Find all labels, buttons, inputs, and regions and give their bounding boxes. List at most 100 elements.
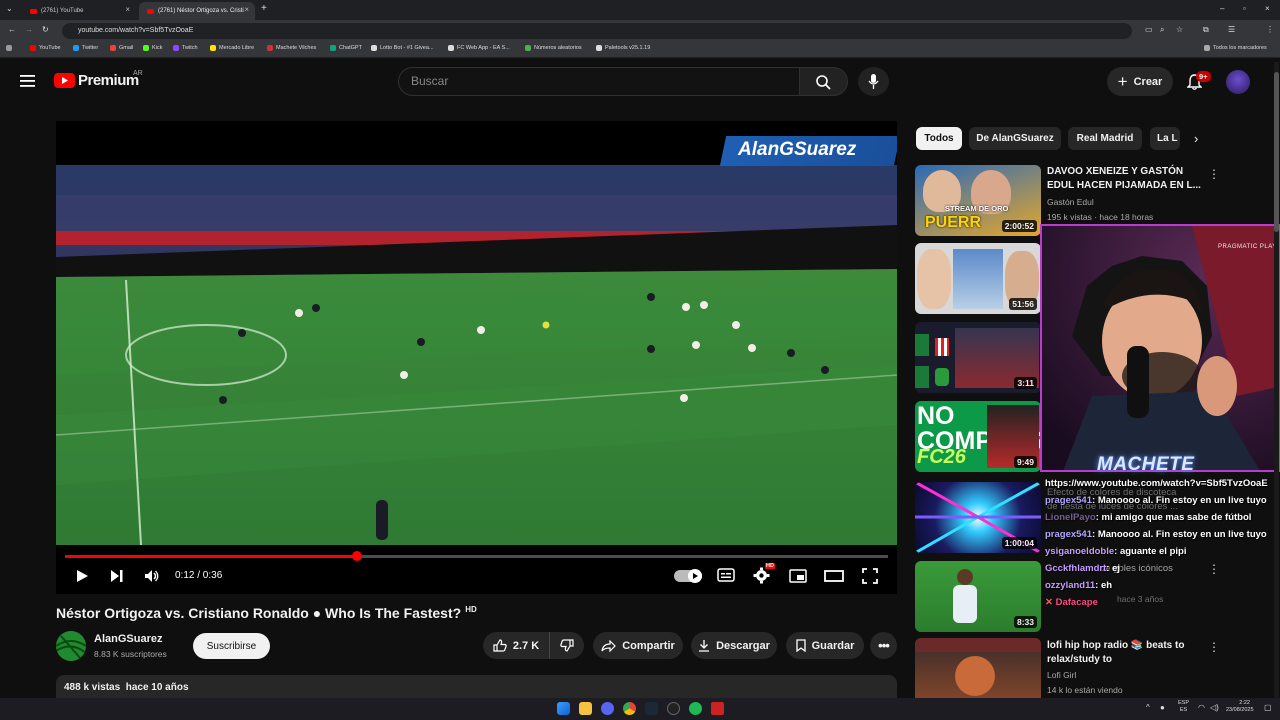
bookmark-fc-web-app[interactable]: FC Web App - EA S... <box>448 45 510 51</box>
bookmark-paletools[interactable]: Paletools v25.1.19 <box>596 45 650 51</box>
sidebar-channel[interactable]: Gastón Edul <box>1047 197 1094 207</box>
sidebar-video-title[interactable]: DAVOO XENEIZE Y GASTÓN EDUL HACEN PIJAMA… <box>1047 165 1202 193</box>
new-tab-icon[interactable]: + <box>261 3 267 14</box>
subscribe-button[interactable]: Suscribirse <box>193 633 270 659</box>
volume-icon[interactable] <box>144 569 160 583</box>
bookmark-gmail[interactable]: Gmail <box>110 45 133 51</box>
spotify-icon[interactable] <box>689 702 702 715</box>
forward-icon[interactable]: → <box>25 25 33 34</box>
bookmark-machete[interactable]: Machete Vilches <box>267 45 316 51</box>
reload-icon[interactable]: ↻ <box>42 25 49 34</box>
maximize-icon[interactable]: ▫ <box>1243 4 1246 13</box>
duration-badge: 51:56 <box>1009 298 1037 310</box>
windows-taskbar: ^ ● ESP ES ◠ ◁) 2:22 23/08/2025 ▢ <box>0 698 1280 720</box>
miniplayer-icon[interactable] <box>789 569 807 583</box>
save-button[interactable]: Guardar <box>786 632 864 659</box>
views-and-date: 488 k vistas hace 10 años <box>64 682 189 693</box>
tab-search-icon[interactable]: ⌄ <box>6 4 13 13</box>
more-options-icon[interactable]: ⋮ <box>1208 562 1220 576</box>
obs-icon[interactable] <box>667 702 680 715</box>
thumbnail-1[interactable]: STREAM DE ORO PUERR 2:00:52 <box>915 165 1041 236</box>
bookmark-star-icon[interactable]: ☆ <box>1176 25 1183 34</box>
search-input[interactable]: Buscar <box>398 67 800 96</box>
video-player[interactable]: AlanGSuarez 0:12 / 0:36 HD <box>56 121 897 594</box>
theater-mode-icon[interactable] <box>824 569 844 583</box>
like-button[interactable]: 2.7 K <box>483 632 549 659</box>
search-button[interactable] <box>800 67 848 96</box>
chips-next-arrow-icon[interactable]: › <box>1194 131 1198 146</box>
more-options-icon[interactable]: ⋮ <box>1208 640 1220 654</box>
progress-scrubber[interactable] <box>352 551 363 561</box>
scrollbar-thumb[interactable] <box>1274 72 1279 232</box>
sidebar-video-title[interactable]: lofi hip hop radio 📚 beats to relax/stud… <box>1047 639 1202 667</box>
thumbnail-2[interactable]: 51:56 <box>915 243 1041 314</box>
windows-start-icon[interactable] <box>557 702 570 715</box>
apps-icon[interactable] <box>6 45 12 51</box>
bookmark-youtube[interactable]: YouTube <box>30 45 61 51</box>
clock[interactable]: 2:22 23/08/2025 <box>1226 700 1254 714</box>
fullscreen-icon[interactable] <box>862 568 878 584</box>
extensions-icon[interactable]: ⧉ <box>1203 25 1209 35</box>
tray-chevron-icon[interactable]: ^ <box>1146 703 1150 712</box>
dislike-button[interactable] <box>549 632 584 659</box>
language-indicator[interactable]: ESP ES <box>1178 700 1189 714</box>
chip-de-alangsuarez[interactable]: De AlanGSuarez <box>969 127 1061 150</box>
volume-tray-icon[interactable]: ◁) <box>1210 703 1219 712</box>
bookmark-kick[interactable]: Kick <box>143 45 162 51</box>
bookmark-twitch[interactable]: Twitch <box>173 45 198 51</box>
autoplay-toggle[interactable] <box>674 569 702 583</box>
all-bookmarks[interactable]: Todos los marcadores <box>1204 45 1267 51</box>
tray-app-icon[interactable]: ● <box>1160 703 1165 712</box>
page-scrollbar[interactable] <box>1274 62 1279 698</box>
notification-center-icon[interactable]: ▢ <box>1264 703 1272 712</box>
account-avatar[interactable] <box>1226 70 1250 94</box>
url-field[interactable]: youtube.com/watch?v=Sbf5TvzOoaE <box>62 23 1132 39</box>
sidebar-icon[interactable]: ☰ <box>1228 25 1235 34</box>
youtube-premium-logo[interactable]: Premium <box>54 72 139 89</box>
app-icon[interactable] <box>711 702 724 715</box>
sidebar-channel[interactable]: Lofi Girl <box>1047 670 1076 680</box>
zoom-icon[interactable]: ⌕ <box>1160 25 1164 35</box>
wifi-icon[interactable]: ◠ <box>1198 703 1205 712</box>
more-options-icon[interactable]: ⋮ <box>1208 167 1220 181</box>
steam-icon[interactable] <box>645 702 658 715</box>
hamburger-menu-icon[interactable] <box>18 72 36 90</box>
close-tab-icon[interactable]: × <box>244 5 249 14</box>
channel-name[interactable]: AlanGSuarez <box>94 633 162 645</box>
voice-search-button[interactable] <box>858 67 889 96</box>
bookmark-lotto[interactable]: Lotto Bot - #1 Givea... <box>371 45 434 51</box>
play-icon[interactable] <box>75 569 89 583</box>
bookmark-chatgpt[interactable]: ChatGPT <box>330 45 362 51</box>
chip-todos[interactable]: Todos <box>916 127 962 150</box>
bookmark-twitter[interactable]: Twitter <box>73 45 98 51</box>
back-icon[interactable]: ← <box>8 25 16 34</box>
thumbnail-3[interactable]: 3:11 <box>915 322 1041 393</box>
bookmark-mercado-libre[interactable]: Mercado Libre <box>210 45 254 51</box>
chip-la-liga[interactable]: La L <box>1150 127 1180 150</box>
cast-icon[interactable]: ▭ <box>1145 25 1153 34</box>
thumbnail-6[interactable]: 8:33 <box>915 561 1041 632</box>
file-explorer-icon[interactable] <box>579 702 592 715</box>
create-button[interactable]: + Crear <box>1107 67 1173 96</box>
download-button[interactable]: Descargar <box>691 632 777 659</box>
discord-icon[interactable] <box>601 702 614 715</box>
video-frame[interactable] <box>56 165 897 545</box>
bookmark-numeros[interactable]: Números aleatorios <box>525 45 582 51</box>
thumbnail-4[interactable]: NO COMPRES FC26 9:49 <box>915 401 1041 472</box>
subtitles-icon[interactable] <box>717 568 735 582</box>
chip-real-madrid[interactable]: Real Madrid <box>1068 127 1142 150</box>
menu-dots-icon[interactable]: ⋮ <box>1266 25 1274 34</box>
share-button[interactable]: Compartir <box>593 632 683 659</box>
settings-gear-icon[interactable] <box>753 567 770 584</box>
more-actions-button[interactable]: ••• <box>870 632 897 659</box>
minimize-icon[interactable]: – <box>1220 4 1224 13</box>
progress-bar[interactable] <box>65 551 888 561</box>
thumbnail-5[interactable]: 1:00:04 <box>915 482 1041 553</box>
tab-youtube-home[interactable]: (2761) YouTube × <box>22 2 136 20</box>
channel-avatar[interactable] <box>56 631 86 661</box>
close-tab-icon[interactable]: × <box>125 5 130 14</box>
tab-current-video[interactable]: (2761) Néstor Ortigoza vs. Cristi × <box>139 2 255 20</box>
close-window-icon[interactable]: × <box>1265 4 1270 13</box>
chrome-icon[interactable] <box>623 702 636 715</box>
next-icon[interactable] <box>110 569 124 583</box>
